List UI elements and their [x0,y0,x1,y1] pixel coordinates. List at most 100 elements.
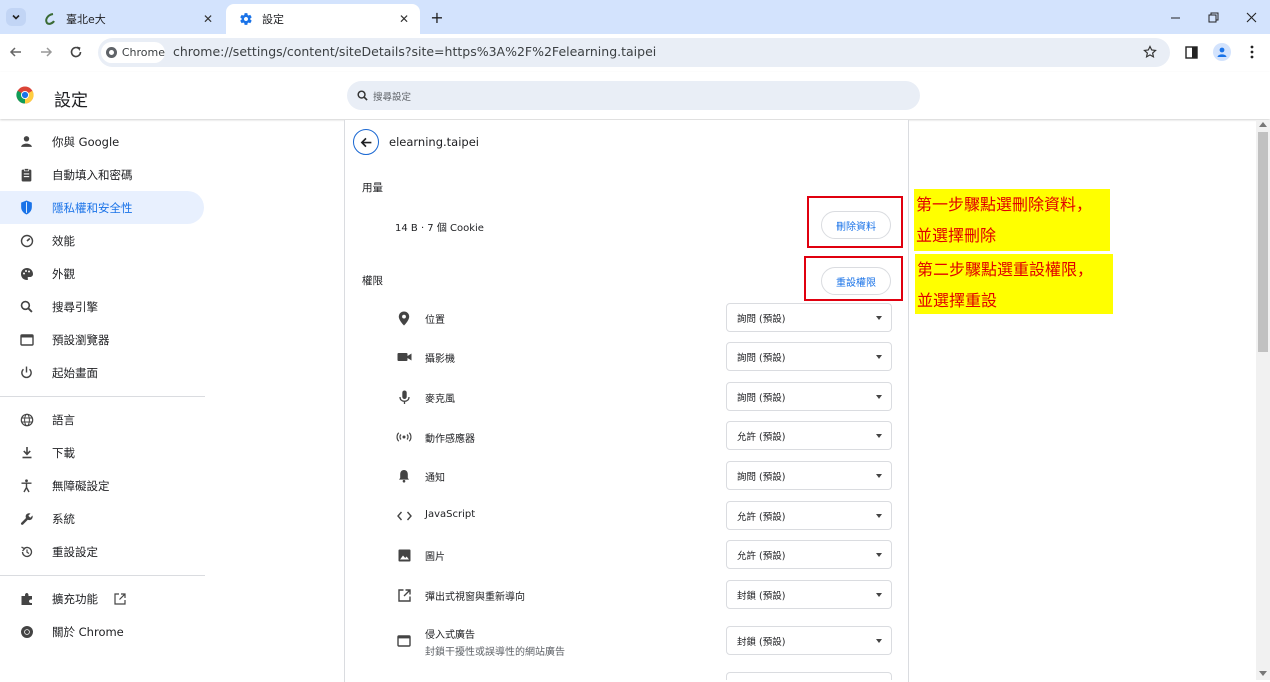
browser-icon [18,331,35,348]
permission-select-motion-sensors[interactable]: 允許 (預設) [726,421,892,450]
usage-heading: 用量 [362,182,383,194]
tab-search-button[interactable] [6,8,26,26]
menu-dots-icon[interactable] [1244,44,1260,60]
forward-button[interactable] [32,38,60,66]
caret-down-icon [876,355,882,359]
minimize-button[interactable] [1155,0,1195,34]
sidebar-item-performance[interactable]: 效能 [0,224,204,257]
note-line: 並選擇刪除 [916,226,997,245]
permission-select-microphone[interactable]: 詢問 (預設) [726,382,892,411]
sidebar-item-reset[interactable]: 重設設定 [0,535,204,568]
image-icon [395,546,413,564]
back-button[interactable] [2,38,30,66]
microphone-icon [395,388,413,406]
note-line: 第一步驟點選刪除資料， [916,195,1093,214]
settings-search-input[interactable]: 搜尋設定 [347,81,920,110]
palette-icon [18,265,35,282]
select-value: 詢問 (預設) [737,313,786,325]
tab-settings[interactable]: 設定 ✕ [226,4,420,34]
permission-label: 圖片 [425,552,445,563]
tab-elearning[interactable]: 臺北e大 ✕ [30,4,224,34]
arrow-left-icon [360,137,371,147]
url-text[interactable]: chrome://settings/content/siteDetails?si… [173,44,656,59]
bookmark-star-icon[interactable] [1142,44,1158,60]
caret-down-icon [876,514,882,518]
close-icon[interactable]: ✕ [396,11,412,27]
close-window-button[interactable] [1231,0,1270,34]
back-arrow-button[interactable] [353,129,379,155]
permission-label: 攝影機 [425,354,455,365]
puzzle-icon [18,590,35,607]
profile-avatar[interactable] [1213,43,1231,61]
close-icon[interactable]: ✕ [200,11,216,27]
permission-select-popups[interactable]: 封鎖 (預設) [726,580,892,609]
reload-button[interactable] [62,38,90,66]
ad-window-icon [395,632,413,650]
permission-select-camera[interactable]: 詢問 (預設) [726,342,892,371]
person-icon [18,133,35,150]
caret-down-icon [876,593,882,597]
sidebar-item-downloads[interactable]: 下載 [0,436,204,469]
caret-down-icon [876,474,882,478]
sidebar-item-on-startup[interactable]: 起始畫面 [0,356,204,389]
usage-value: 14 B · 7 個 Cookie [395,223,484,234]
caret-down-icon [876,553,882,557]
permission-select-javascript[interactable]: 允許 (預設) [726,501,892,530]
tab-title: 臺北e大 [66,13,106,26]
note-line: 第二步驟點選重設權限， [917,260,1094,279]
permission-select-notifications[interactable]: 詢問 (預設) [726,461,892,490]
permission-select-next[interactable] [726,672,892,680]
scroll-up-arrow-icon[interactable] [1259,122,1267,127]
sidebar-item-accessibility[interactable]: 無障礙設定 [0,469,204,502]
caret-down-icon [876,395,882,399]
caret-down-icon [876,434,882,438]
select-value: 允許 (預設) [737,550,786,562]
clipboard-icon [18,166,35,183]
scroll-down-arrow-icon[interactable] [1259,671,1267,676]
restore-icon [1208,12,1218,22]
sidebar-item-label: 擴充功能 [52,591,98,606]
sidebar-item-privacy[interactable]: 隱私權和安全性 [0,191,204,224]
permission-select-images[interactable]: 允許 (預設) [726,540,892,569]
chrome-logo-icon [16,86,34,104]
permission-label: 彈出式視窗與重新導向 [425,592,525,603]
note-line: 並選擇重設 [917,291,998,310]
minimize-icon [1170,17,1180,18]
search-icon [18,298,35,315]
sidebar-item-label: 預設瀏覽器 [52,332,110,347]
external-link-icon [395,586,413,604]
site-info-chip[interactable]: Chrome [101,42,165,63]
permission-select-location[interactable]: 詢問 (預設) [726,303,892,332]
sidebar-item-about-chrome[interactable]: 關於 Chrome [0,615,204,648]
sidebar-item-appearance[interactable]: 外觀 [0,257,204,290]
speedometer-icon [18,232,35,249]
select-value: 詢問 (預設) [737,392,786,404]
power-icon [18,364,35,381]
sidebar-item-default-browser[interactable]: 預設瀏覽器 [0,323,204,356]
new-tab-button[interactable]: + [427,8,447,27]
download-icon [18,444,35,461]
sidebar-item-extensions[interactable]: 擴充功能 [0,582,204,615]
sidebar-item-label: 重設設定 [52,544,98,559]
permission-label: 位置 [425,315,445,326]
sidebar-item-label: 搜尋引擎 [52,299,98,314]
chevron-down-icon [12,14,20,20]
camera-icon [395,348,413,366]
restore-button[interactable] [1193,0,1233,34]
permission-label: JavaScript [425,509,476,520]
bell-icon [395,467,413,485]
sidebar-item-search-engine[interactable]: 搜尋引擎 [0,290,204,323]
sidebar-item-label: 下載 [52,445,75,460]
sidebar-item-autofill[interactable]: 自動填入和密碼 [0,158,204,191]
reset-icon [18,543,35,560]
permission-select-intrusive-ads[interactable]: 封鎖 (預設) [726,626,892,655]
scrollbar-thumb[interactable] [1258,132,1268,352]
sidebar-item-languages[interactable]: 語言 [0,403,204,436]
annotation-box-step1 [807,196,903,248]
sidebar-item-label: 關於 Chrome [52,624,124,639]
sidebar-item-you-and-google[interactable]: 你與 Google [0,125,204,158]
code-icon [395,507,413,525]
side-panel-icon[interactable] [1183,44,1199,60]
sidebar-item-system[interactable]: 系統 [0,502,204,535]
reload-icon [70,46,82,58]
